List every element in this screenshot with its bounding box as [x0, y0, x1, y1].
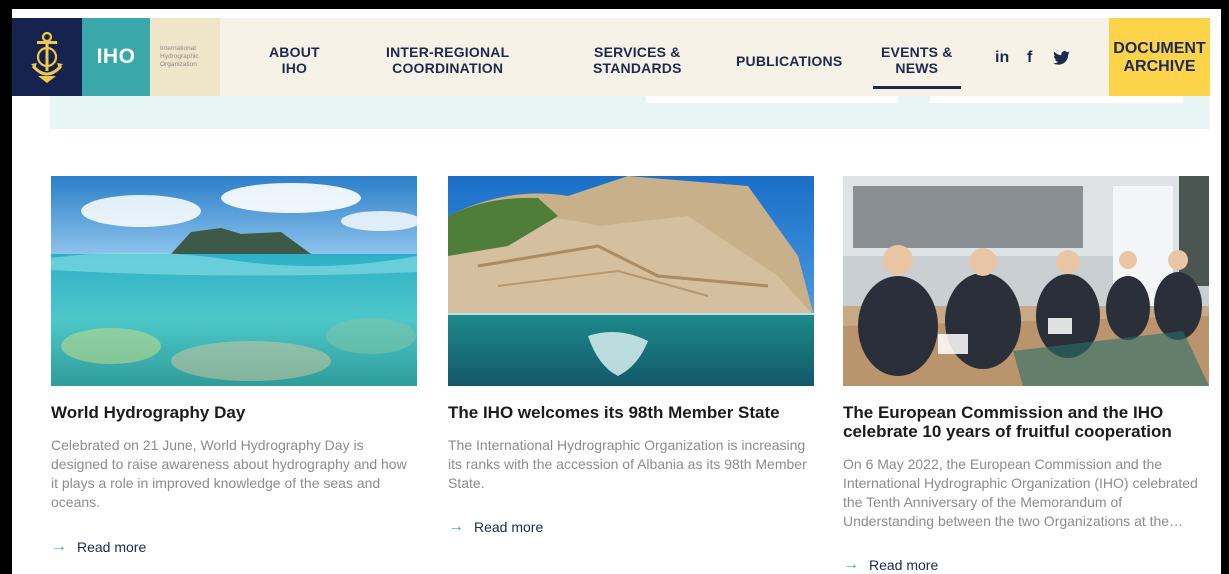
- nav-events-line1: EVENTS &: [881, 44, 953, 60]
- nav-events-news[interactable]: EVENTS & NEWS: [873, 44, 961, 89]
- archive-line2: ARCHIVE: [1123, 58, 1196, 75]
- card-description: On 6 May 2022, the European Commission a…: [843, 456, 1198, 529]
- twitter-icon[interactable]: [1053, 51, 1070, 70]
- iho-anchor-logo[interactable]: [12, 18, 82, 96]
- search-field-left[interactable]: [646, 96, 898, 103]
- card-title[interactable]: The European Commission and the IHO cele…: [843, 403, 1209, 441]
- archive-line1: DOCUMENT: [1113, 40, 1206, 57]
- anchor-icon: [31, 31, 63, 83]
- facebook-icon[interactable]: f: [1027, 49, 1032, 67]
- nav-inter-regional-line2: COORDINATION: [392, 60, 504, 76]
- news-card-albania-member[interactable]: The IHO welcomes its 98th Member State T…: [448, 176, 814, 535]
- organization-name: International Hydrographic Organization: [150, 18, 220, 96]
- nav-about-iho[interactable]: ABOUT IHO: [269, 44, 320, 76]
- news-card-european-commission[interactable]: The European Commission and the IHO cele…: [843, 176, 1209, 573]
- read-more-label: Read more: [869, 557, 939, 573]
- main-navigation: IHO International Hydrographic Organizat…: [12, 18, 1210, 96]
- nav-about-line2: IHO: [281, 60, 308, 76]
- ocean-island-image[interactable]: [51, 176, 417, 386]
- arrow-right-icon: →: [448, 518, 464, 535]
- card-title[interactable]: The IHO welcomes its 98th Member State: [448, 403, 814, 422]
- coastal-cliff-image[interactable]: [448, 176, 814, 386]
- nav-about-line1: ABOUT: [269, 44, 320, 60]
- card-description: The International Hydrographic Organizat…: [448, 437, 807, 491]
- card-description: Celebrated on 21 June, World Hydrography…: [51, 437, 407, 510]
- read-more-link[interactable]: → Read more: [843, 556, 938, 574]
- read-more-link[interactable]: → Read more: [51, 538, 146, 556]
- nav-events-line2: NEWS: [895, 60, 939, 76]
- nav-services-standards[interactable]: SERVICES & STANDARDS: [593, 44, 682, 76]
- read-more-label: Read more: [474, 519, 544, 535]
- nav-publications[interactable]: PUBLICATIONS: [736, 53, 842, 69]
- nav-services-line2: STANDARDS: [593, 60, 682, 76]
- nav-inter-regional[interactable]: INTER-REGIONAL COORDINATION: [386, 44, 509, 76]
- read-more-link[interactable]: → Read more: [448, 518, 543, 536]
- card-title[interactable]: World Hydrography Day: [51, 403, 417, 422]
- nav-inter-regional-line1: INTER-REGIONAL: [386, 44, 510, 60]
- arrow-right-icon: →: [843, 556, 859, 573]
- news-card-hydrography-day[interactable]: World Hydrography Day Celebrated on 21 J…: [51, 176, 417, 555]
- search-field-right[interactable]: [930, 96, 1183, 103]
- conference-photo-image[interactable]: [843, 176, 1209, 386]
- nav-services-line1: SERVICES &: [594, 44, 681, 60]
- cropped-glyph: [186, 0, 200, 9]
- nav-publications-label: PUBLICATIONS: [736, 53, 843, 69]
- iho-logo-text[interactable]: IHO: [82, 18, 150, 96]
- document-archive-button[interactable]: DOCUMENT ARCHIVE: [1109, 18, 1210, 96]
- arrow-right-icon: →: [51, 538, 67, 555]
- read-more-label: Read more: [77, 539, 147, 555]
- linkedin-icon[interactable]: in: [995, 49, 1009, 67]
